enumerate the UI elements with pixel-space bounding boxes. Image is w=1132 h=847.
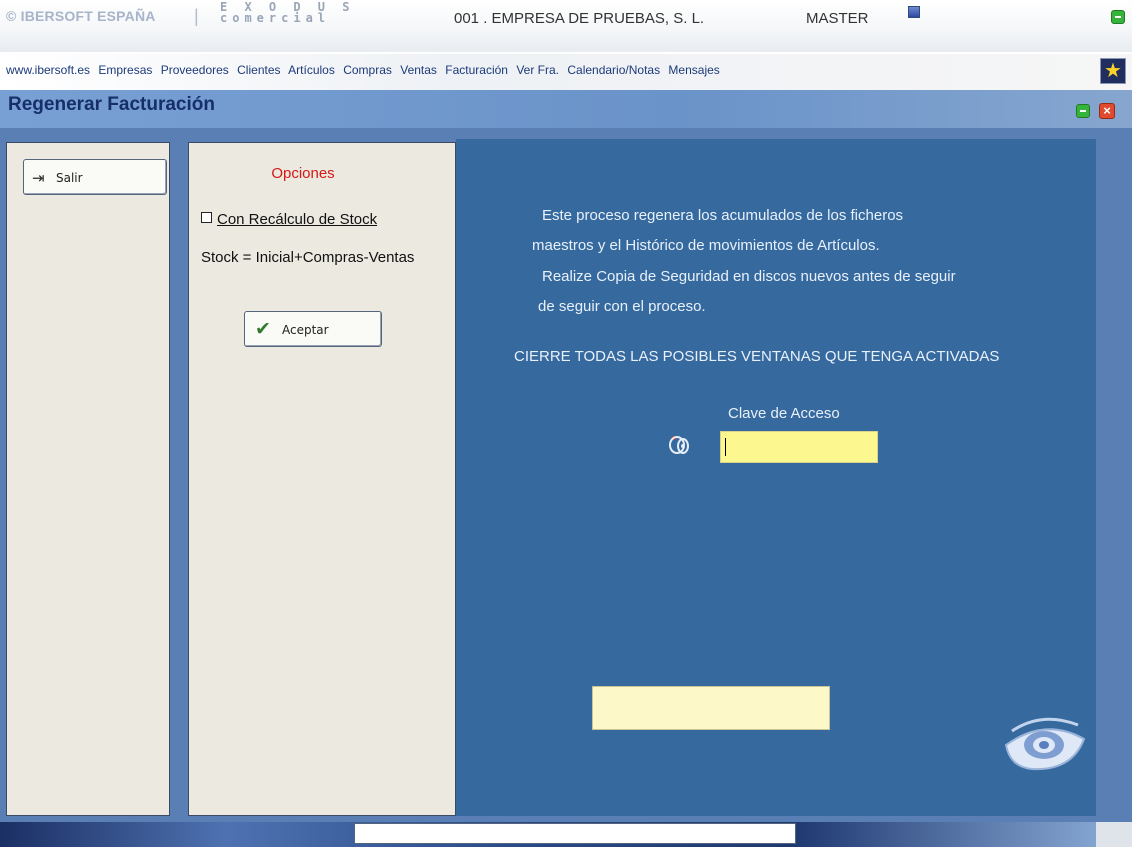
star-icon[interactable]: ★ <box>1100 58 1126 84</box>
message-line-4: de seguir con el proceso. <box>538 298 706 315</box>
checkbox-box[interactable] <box>201 212 212 223</box>
menu-item-website[interactable]: www.ibersoft.es <box>6 63 90 77</box>
key-icon <box>666 431 692 457</box>
menu-item-ver-fra[interactable]: Ver Fra. <box>516 63 559 77</box>
menu-item-clientes[interactable]: Clientes <box>237 63 280 77</box>
exit-door-icon: ⇥ <box>32 170 45 187</box>
menu-bar: www.ibersoft.es Empresas Proveedores Cli… <box>0 54 1132 90</box>
bottom-right-area <box>1096 822 1132 847</box>
options-title: Opciones <box>271 165 335 182</box>
menu-item-facturacion[interactable]: Facturación <box>445 63 508 77</box>
product-logo-line2: comercial <box>220 11 331 25</box>
menu-item-proveedores[interactable]: Proveedores <box>161 63 229 77</box>
aceptar-button-label: Aceptar <box>282 323 329 337</box>
salir-button[interactable]: ⇥ Salir <box>23 159 167 195</box>
window-title: Regenerar Facturación <box>8 94 215 115</box>
aceptar-button[interactable]: ✔ Aceptar <box>244 311 382 347</box>
brand-separator: | <box>194 6 199 26</box>
recalc-stock-checkbox[interactable]: Con Recálculo de Stock <box>201 211 377 228</box>
app-root: © IBERSOFT ESPAÑA | E X O D U S comercia… <box>0 0 1132 847</box>
close-windows-warning: CIERRE TODAS LAS POSIBLES VENTANAS QUE T… <box>514 348 1000 365</box>
checkmark-icon: ✔ <box>255 319 271 340</box>
menu-item-calendario[interactable]: Calendario/Notas <box>567 63 660 77</box>
brand-logo: © IBERSOFT ESPAÑA <box>6 8 156 24</box>
window-title-bar: Regenerar Facturación × <box>0 90 1132 128</box>
message-line-1: Este proceso regenera los acumulados de … <box>542 207 904 224</box>
password-label: Clave de Acceso <box>728 405 840 422</box>
window-minimize-icon[interactable] <box>1076 104 1090 118</box>
stock-formula: Stock = Inicial+Compras-Ventas <box>201 249 415 266</box>
message-line-2: maestros y el Histórico de movimientos d… <box>532 237 880 254</box>
company-name: 001 . EMPRESA DE PRUEBAS, S. L. <box>454 10 705 27</box>
app-minimize-icon[interactable] <box>1111 10 1125 24</box>
input-caret <box>725 438 726 456</box>
eye-logo-icon <box>1002 711 1088 775</box>
main-panel: Este proceso regenera los acumulados de … <box>456 139 1096 816</box>
menu-item-articulos[interactable]: Artículos <box>288 63 335 77</box>
user-name: MASTER <box>806 10 869 27</box>
recalc-stock-label: Con Recálculo de Stock <box>217 211 378 228</box>
window-body: ⇥ Salir Opciones Con Recálculo de Stock … <box>0 128 1132 822</box>
options-panel: Opciones Con Recálculo de Stock Stock = … <box>188 142 456 816</box>
menu-item-empresas[interactable]: Empresas <box>98 63 152 77</box>
window-close-icon[interactable]: × <box>1099 103 1115 119</box>
menu-item-ventas[interactable]: Ventas <box>400 63 437 77</box>
top-header: © IBERSOFT ESPAÑA | E X O D U S comercia… <box>0 0 1132 52</box>
bottom-status-field <box>354 823 796 844</box>
menu-item-compras[interactable]: Compras <box>343 63 392 77</box>
message-line-3: Realize Copia de Seguridad en discos nue… <box>542 268 956 285</box>
salir-button-label: Salir <box>56 171 83 185</box>
menu-item-mensajes[interactable]: Mensajes <box>668 63 719 77</box>
left-panel: ⇥ Salir <box>6 142 170 816</box>
product-logo: E X O D U S comercial <box>220 1 354 25</box>
password-input[interactable] <box>720 431 878 463</box>
user-icon[interactable] <box>908 6 920 18</box>
menu-items: www.ibersoft.es Empresas Proveedores Cli… <box>6 63 725 77</box>
status-field <box>592 686 830 730</box>
